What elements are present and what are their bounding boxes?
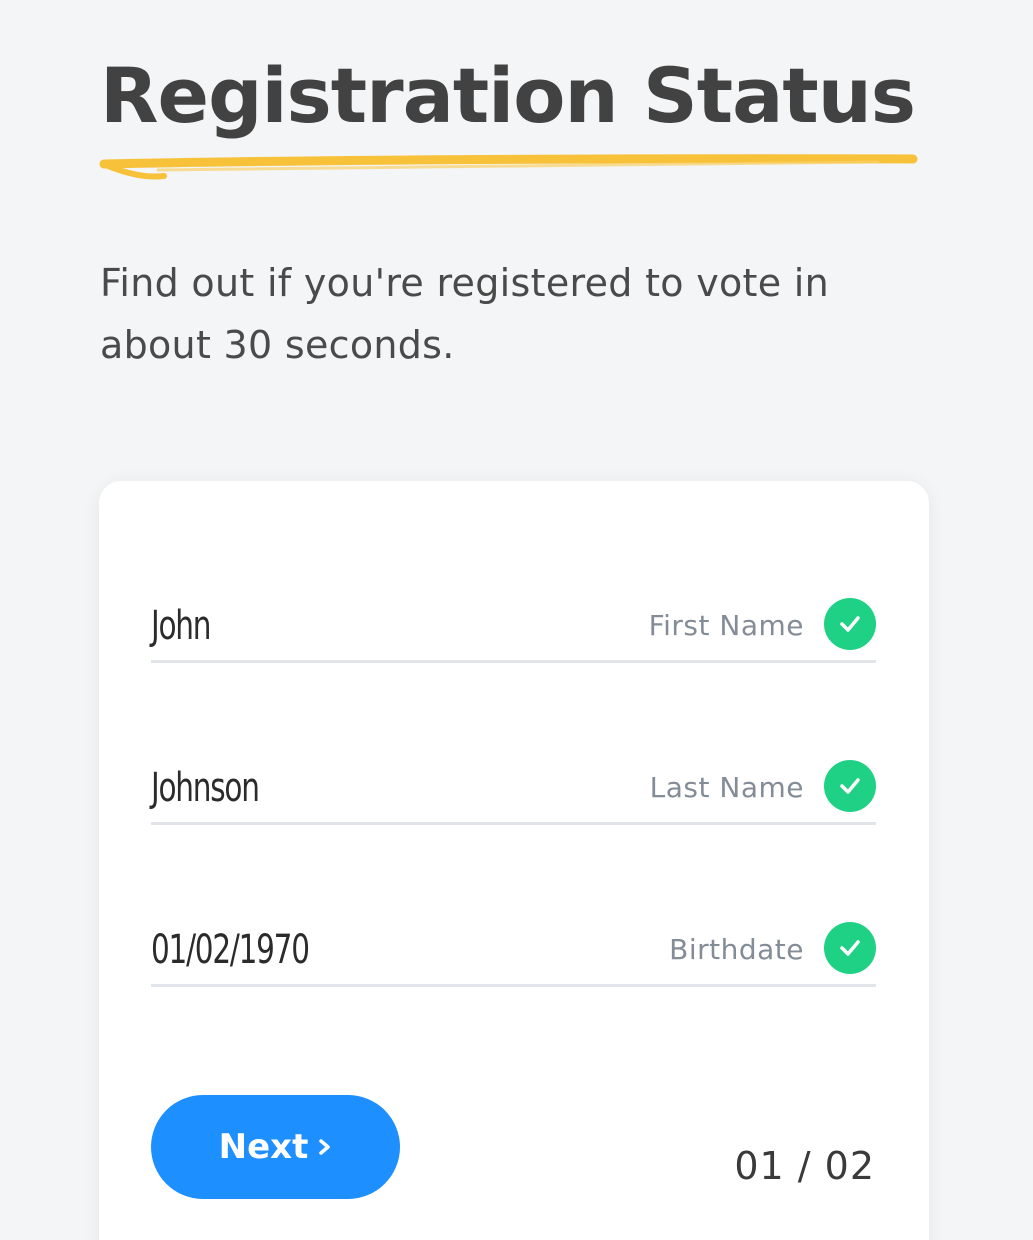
birthdate-value[interactable]: 01/02/1970 — [151, 930, 310, 970]
check-icon — [824, 922, 876, 974]
check-icon — [824, 760, 876, 812]
last-name-label: Last Name — [649, 771, 804, 804]
first-name-field[interactable]: John First Name — [151, 581, 876, 663]
next-button-label: Next — [218, 1127, 309, 1167]
registration-form-card: John First Name Johnson Last Name 01/02/… — [99, 481, 929, 1240]
chevron-right-icon — [319, 1139, 331, 1155]
first-name-label: First Name — [648, 609, 804, 642]
page-subtitle: Find out if you're registered to vote in… — [100, 261, 830, 367]
step-pager: 01 / 02 — [734, 1144, 875, 1188]
last-name-value[interactable]: Johnson — [151, 768, 260, 808]
first-name-value[interactable]: John — [151, 606, 211, 646]
birthdate-field[interactable]: 01/02/1970 Birthdate — [151, 905, 876, 987]
last-name-field[interactable]: Johnson Last Name — [151, 743, 876, 825]
birthdate-label: Birthdate — [669, 933, 804, 966]
next-button[interactable]: Next — [151, 1095, 400, 1199]
check-icon — [824, 598, 876, 650]
page-title: Registration Status — [100, 51, 916, 140]
title-underline — [99, 154, 918, 180]
